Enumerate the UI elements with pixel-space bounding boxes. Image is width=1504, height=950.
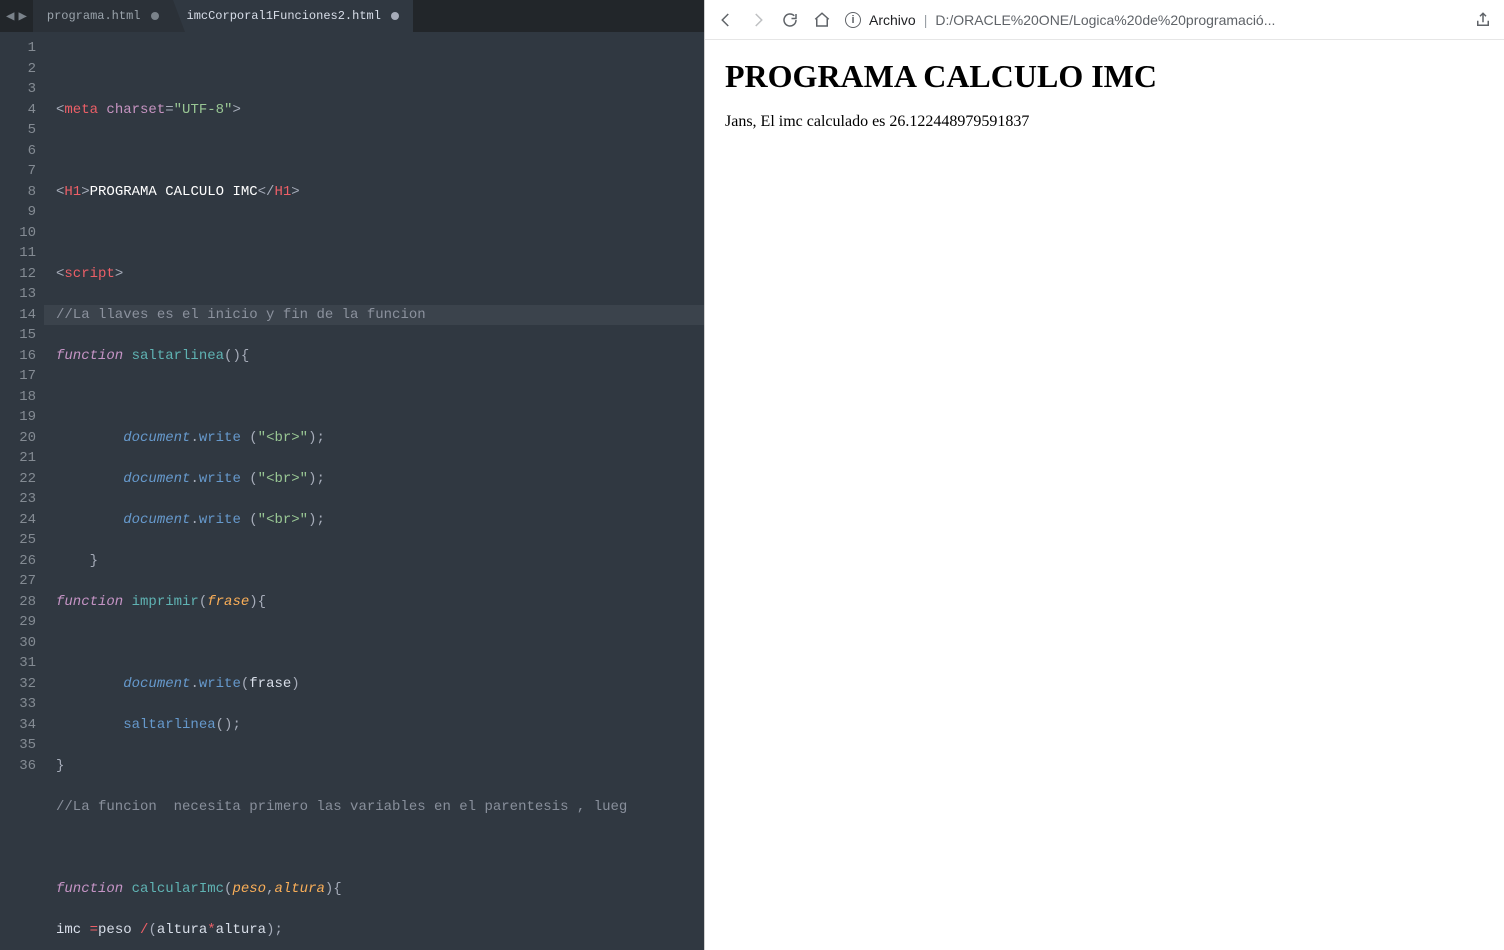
code-line-current: //La llaves es el inicio y fin de la fun… [44,305,704,326]
code-line: document.write ("<br>"); [56,428,704,449]
line-number: 2 [0,59,36,80]
line-number: 31 [0,653,36,674]
code-line: //La funcion necesita primero las variab… [56,797,704,818]
code-line: function imprimir(frase){ [56,592,704,613]
line-number: 13 [0,284,36,305]
page-title: PROGRAMA CALCULO IMC [725,58,1484,95]
code-line: document.write ("<br>"); [56,469,704,490]
code-line [56,141,704,162]
line-number: 5 [0,120,36,141]
line-number: 17 [0,366,36,387]
tab-nav: ◀ ▶ [0,8,33,25]
line-number: 22 [0,469,36,490]
line-number: 20 [0,428,36,449]
line-number: 10 [0,223,36,244]
line-number: 18 [0,387,36,408]
home-icon[interactable] [813,11,831,29]
code-line: <script> [56,264,704,285]
editor-pane: ◀ ▶ programa.html imcCorporal1Funciones2… [0,0,704,950]
line-number: 24 [0,510,36,531]
line-number: 21 [0,448,36,469]
line-number: 16 [0,346,36,367]
line-number: 6 [0,141,36,162]
line-number: 12 [0,264,36,285]
line-number: 32 [0,674,36,695]
code-line: function calcularImc(peso,altura){ [56,879,704,900]
url-label: Archivo [869,12,916,28]
tab-programa[interactable]: programa.html [33,0,173,32]
browser-toolbar: i Archivo | D:/ORACLE%20ONE/Logica%20de%… [705,0,1504,40]
tab-imc-corporal[interactable]: imcCorporal1Funciones2.html [173,0,413,32]
back-icon[interactable] [717,11,735,29]
tab-nav-right-icon[interactable]: ▶ [16,8,28,25]
line-number: 33 [0,694,36,715]
code-line [56,223,704,244]
line-number: 11 [0,243,36,264]
code-area[interactable]: <meta charset="UTF-8"> <H1>PROGRAMA CALC… [44,32,704,950]
line-number: 19 [0,407,36,428]
code-line [56,387,704,408]
code-line: <H1>PROGRAMA CALCULO IMC</H1> [56,182,704,203]
editor-body: 1234567891011121314151617181920212223242… [0,32,704,950]
code-line: document.write ("<br>"); [56,510,704,531]
page-text: Jans, El imc calculado es 26.12244897959… [725,113,1484,131]
url-separator: | [924,12,928,28]
code-line: <meta charset="UTF-8"> [56,100,704,121]
code-line: saltarlinea(); [56,715,704,736]
code-line [56,838,704,859]
line-number: 36 [0,756,36,777]
dirty-indicator-icon [391,12,399,20]
app-root: ◀ ▶ programa.html imcCorporal1Funciones2… [0,0,1504,950]
code-line [56,633,704,654]
line-number: 25 [0,530,36,551]
code-line: } [56,551,704,572]
line-number: 15 [0,325,36,346]
tab-bar: ◀ ▶ programa.html imcCorporal1Funciones2… [0,0,704,32]
code-line: imc =peso /(altura*altura); [56,920,704,941]
line-number: 34 [0,715,36,736]
tab-label: programa.html [47,9,141,23]
line-number: 35 [0,735,36,756]
reload-icon[interactable] [781,11,799,29]
line-number: 28 [0,592,36,613]
info-icon[interactable]: i [845,12,861,28]
line-number: 14 [0,305,36,326]
line-number: 29 [0,612,36,633]
code-line: } [56,756,704,777]
line-number: 3 [0,79,36,100]
line-number: 30 [0,633,36,654]
line-number: 23 [0,489,36,510]
code-line [56,59,704,80]
browser-page-content: PROGRAMA CALCULO IMC Jans, El imc calcul… [705,40,1504,149]
line-number: 7 [0,161,36,182]
dirty-indicator-icon [151,12,159,20]
forward-icon[interactable] [749,11,767,29]
url-path: D:/ORACLE%20ONE/Logica%20de%20programaci… [935,12,1275,28]
code-line: function saltarlinea(){ [56,346,704,367]
tab-label: imcCorporal1Funciones2.html [187,9,381,23]
browser-pane: i Archivo | D:/ORACLE%20ONE/Logica%20de%… [704,0,1504,950]
code-line: document.write(frase) [56,674,704,695]
line-number: 8 [0,182,36,203]
address-bar[interactable]: i Archivo | D:/ORACLE%20ONE/Logica%20de%… [845,12,1460,28]
line-number: 1 [0,38,36,59]
line-number: 27 [0,571,36,592]
line-number-gutter: 1234567891011121314151617181920212223242… [0,32,44,950]
line-number: 9 [0,202,36,223]
line-number: 4 [0,100,36,121]
line-number: 26 [0,551,36,572]
tab-nav-left-icon[interactable]: ◀ [4,8,16,25]
share-icon[interactable] [1474,11,1492,29]
